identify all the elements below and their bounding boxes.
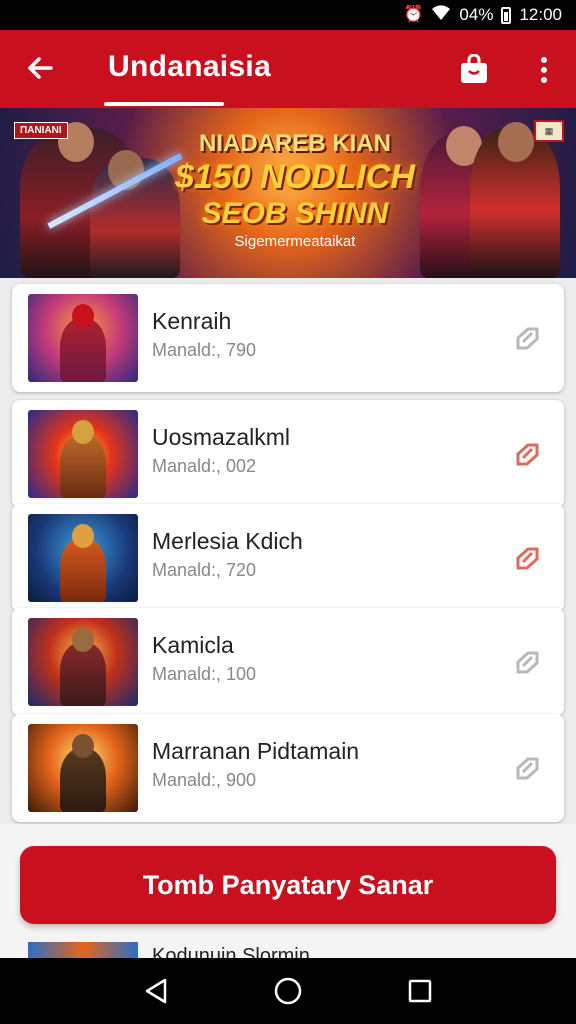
item-name: Kodunuin Slormin	[152, 945, 310, 958]
item-thumbnail	[28, 514, 138, 602]
banner-headline: NIADAREB KIAN $150 NODLICH SEOB SHINN Si…	[160, 130, 430, 250]
banner-badge: ΠΑΝΙΑΝΙ	[14, 122, 68, 139]
banner-logo: ▦	[534, 120, 564, 142]
more-options-button[interactable]	[526, 48, 562, 92]
banner-line-1: NIADAREB KIAN	[199, 130, 391, 157]
wifi-icon	[431, 5, 451, 25]
recents-square-icon	[408, 979, 432, 1003]
alarm-icon: ⏰	[403, 6, 424, 23]
banner-line-3: SEOB SHINN	[201, 197, 389, 230]
tag-icon	[516, 651, 539, 674]
app-bar: Undanaisia	[0, 30, 576, 108]
item-thumbnail	[28, 724, 138, 812]
nav-back-button[interactable]	[136, 971, 176, 1011]
item-name: Kenraih	[152, 308, 232, 334]
shopping-bag-icon	[461, 54, 487, 83]
item-thumbnail	[28, 410, 138, 498]
list-item[interactable]: Kamicla Manald:, 100	[12, 608, 564, 716]
promo-banner[interactable]: ΠΑΝΙΑΝΙ ▦ NIADAREB KIAN $150 NODLICH SEO…	[0, 108, 576, 278]
item-tag-button[interactable]	[512, 648, 542, 678]
banner-line-2: $150 NODLICH	[175, 158, 415, 196]
back-triangle-icon	[145, 978, 167, 1004]
system-nav-bar	[0, 958, 576, 1024]
item-tag-button[interactable]	[512, 544, 542, 574]
primary-action-button[interactable]: Tomb Panyatary Sanar	[20, 846, 556, 924]
tag-icon	[516, 757, 539, 780]
banner-line-4: Sigemermeataikat	[234, 233, 356, 250]
item-meta: Manald:, 790	[152, 340, 257, 360]
list-item[interactable]: Marranan Pidtamain Manald:, 900	[12, 714, 564, 822]
status-bar: ⏰ 04% 12:00	[0, 0, 576, 30]
item-tag-button[interactable]	[512, 324, 542, 354]
item-name: Merlesia Kdich	[152, 528, 303, 554]
list-item[interactable]: Merlesia Kdich Manald:, 720	[12, 504, 564, 612]
item-meta: Manald:, 720	[152, 560, 257, 580]
item-thumbnail	[28, 618, 138, 706]
list-item[interactable]: Kenraih Manald:, 790	[12, 284, 564, 392]
tag-icon	[516, 443, 539, 466]
item-meta: Manald:, 002	[152, 456, 257, 476]
item-name: Uosmazalkml	[152, 424, 291, 450]
list-item-peek[interactable]: Kodunuin Slormin	[0, 942, 576, 958]
shop-button[interactable]	[452, 48, 496, 92]
back-arrow-icon	[28, 57, 53, 79]
item-name: Kamicla	[152, 632, 234, 658]
battery-icon	[501, 6, 512, 24]
title-underline	[104, 102, 224, 106]
item-thumbnail	[28, 294, 138, 382]
nav-home-button[interactable]	[268, 971, 308, 1011]
home-circle-icon	[274, 977, 302, 1005]
battery-percent: 04%	[459, 5, 494, 24]
back-button[interactable]	[18, 46, 62, 90]
item-tag-button[interactable]	[512, 754, 542, 784]
page-title: Undanaisia	[108, 50, 272, 83]
item-meta: Manald:, 900	[152, 770, 257, 790]
tag-icon	[516, 327, 539, 350]
tag-icon	[516, 547, 539, 570]
item-meta: Manald:, 100	[152, 664, 257, 684]
nav-recents-button[interactable]	[400, 971, 440, 1011]
item-tag-button[interactable]	[512, 440, 542, 470]
clock: 12:00	[519, 5, 562, 24]
item-thumbnail	[28, 942, 138, 958]
list-item[interactable]: Uosmazalkml Manald:, 002	[12, 400, 564, 508]
cta-area: Tomb Panyatary Sanar Kodunuin Slormin	[0, 824, 576, 958]
more-vert-icon	[541, 57, 547, 63]
item-name: Marranan Pidtamain	[152, 738, 360, 764]
